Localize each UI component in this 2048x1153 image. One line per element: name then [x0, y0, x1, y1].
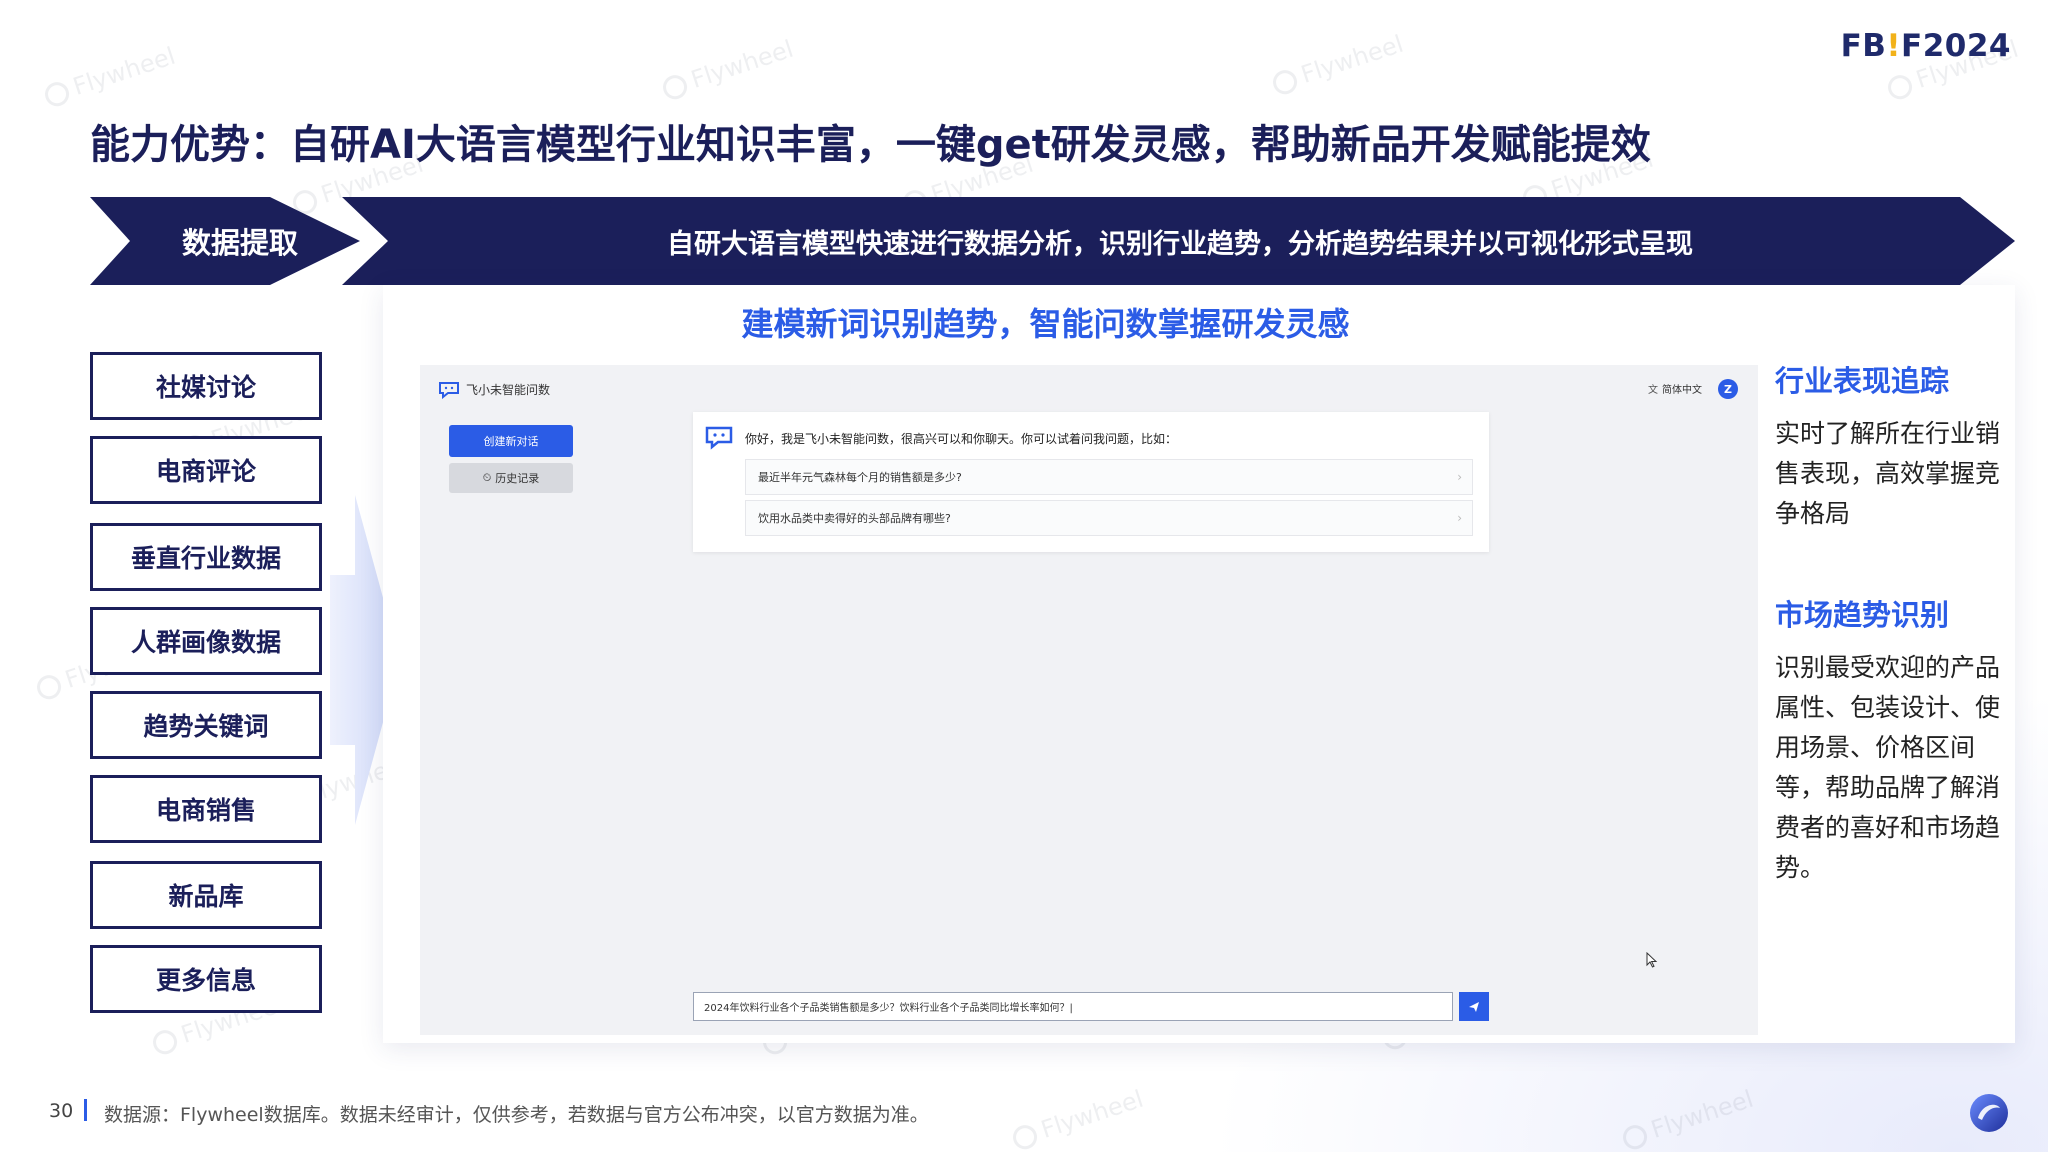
watermark: Flywheel: [41, 42, 179, 111]
bot-avatar-icon: [705, 426, 733, 450]
suggested-question[interactable]: 饮用水品类中卖得好的头部品牌有哪些? ›: [745, 500, 1473, 536]
data-source-note: 数据源：Flywheel数据库。数据未经审计，仅供参考，若数据与官方公布冲突，以…: [104, 1104, 929, 1126]
brand-logo: FB!F2024: [1841, 28, 2011, 64]
source-item: 电商销售: [90, 775, 322, 843]
watermark: Flywheel: [1269, 30, 1407, 99]
watermark: Flywheel: [659, 35, 797, 104]
source-item: 电商评论: [90, 436, 322, 504]
feature-title: 行业表现追踪: [1775, 364, 1950, 398]
user-avatar[interactable]: Z: [1718, 379, 1738, 399]
brand-excl: !: [1886, 28, 1902, 64]
brand-prefix: FB: [1840, 28, 1887, 64]
feature-description: 实时了解所在行业销售表现，高效掌握竞争格局: [1775, 419, 2001, 528]
banner-left-label: 数据提取: [181, 226, 298, 260]
clock-icon: ⏲: [482, 471, 492, 484]
greeting-text: 你好，我是飞小未智能问数，很高兴可以和你聊天。你可以试着问我问题，比如：: [745, 432, 1178, 446]
suggested-question-text: 饮用水品类中卖得好的头部品牌有哪些?: [758, 512, 951, 525]
app-name: 飞小未智能问数: [466, 383, 551, 397]
feature-block: 行业表现追踪 实时了解所在行业销售表现，高效掌握竞争格局: [1775, 358, 2005, 534]
feature-block: 市场趋势识别 识别最受欢迎的产品属性、包装设计、使用场景、价格区间等，帮助品牌了…: [1775, 592, 2005, 888]
flywheel-logo-icon: [1970, 1094, 2008, 1132]
suggested-question[interactable]: 最近半年元气森林每个月的销售额是多少? ›: [745, 459, 1473, 495]
source-item: 趋势关键词: [90, 691, 322, 759]
send-icon: [1469, 1001, 1479, 1012]
process-banner: 数据提取 自研大语言模型快速进行数据分析，识别行业趋势，分析趋势结果并以可视化形…: [90, 197, 2015, 285]
mouse-cursor-icon: [1646, 951, 1658, 971]
feature-description: 识别最受欢迎的产品属性、包装设计、使用场景、价格区间等，帮助品牌了解消费者的喜好…: [1775, 653, 2001, 882]
chat-app-window: 飞小未智能问数 文 简体中文 Z 创建新对话 ⏲ 历史记录 你好，我是飞小未智能…: [420, 365, 1758, 1035]
source-item: 人群画像数据: [90, 607, 322, 675]
watermark: Flywheel: [1009, 1085, 1147, 1153]
new-chat-button[interactable]: 创建新对话: [449, 425, 573, 457]
history-button[interactable]: ⏲ 历史记录: [449, 463, 573, 493]
panel-subtitle: 建模新词识别趋势，智能问数掌握研发灵感: [741, 305, 1350, 343]
send-button[interactable]: [1459, 992, 1489, 1021]
source-item: 垂直行业数据: [90, 523, 322, 591]
chat-input[interactable]: 2024年饮料行业各个子品类销售额是多少？饮料行业各个子品类同比增长率如何？|: [693, 992, 1453, 1021]
feature-title: 市场趋势识别: [1775, 598, 1950, 632]
chevron-right-icon: ›: [1457, 470, 1462, 484]
language-label: 简体中文: [1662, 385, 1702, 396]
page-title: 能力优势：自研AI大语言模型行业知识丰富，一键get研发灵感，帮助新品开发赋能提…: [90, 122, 1651, 168]
chevron-right-icon: ›: [1457, 511, 1462, 525]
language-switch[interactable]: 文 简体中文: [1648, 381, 1702, 396]
banner-right-label: 自研大语言模型快速进行数据分析，识别行业趋势，分析趋势结果并以可视化形式呈现: [667, 228, 1693, 260]
source-item: 更多信息: [90, 945, 322, 1013]
footer-divider: [84, 1099, 87, 1121]
brand-suffix: F2024: [1901, 28, 2011, 64]
app-logo-icon: [439, 382, 459, 399]
demo-panel: 建模新词识别趋势，智能问数掌握研发灵感 飞小未智能问数 文 简体中文 Z 创建新…: [383, 285, 2015, 1043]
source-item: 社媒讨论: [90, 352, 322, 420]
page-number: 30: [49, 1100, 74, 1122]
history-label: 历史记录: [495, 472, 540, 485]
source-item: 新品库: [90, 861, 322, 929]
translate-icon: 文: [1648, 385, 1658, 396]
suggested-question-text: 最近半年元气森林每个月的销售额是多少?: [758, 471, 962, 484]
welcome-message-card: 你好，我是飞小未智能问数，很高兴可以和你聊天。你可以试着问我问题，比如： 最近半…: [693, 412, 1489, 552]
